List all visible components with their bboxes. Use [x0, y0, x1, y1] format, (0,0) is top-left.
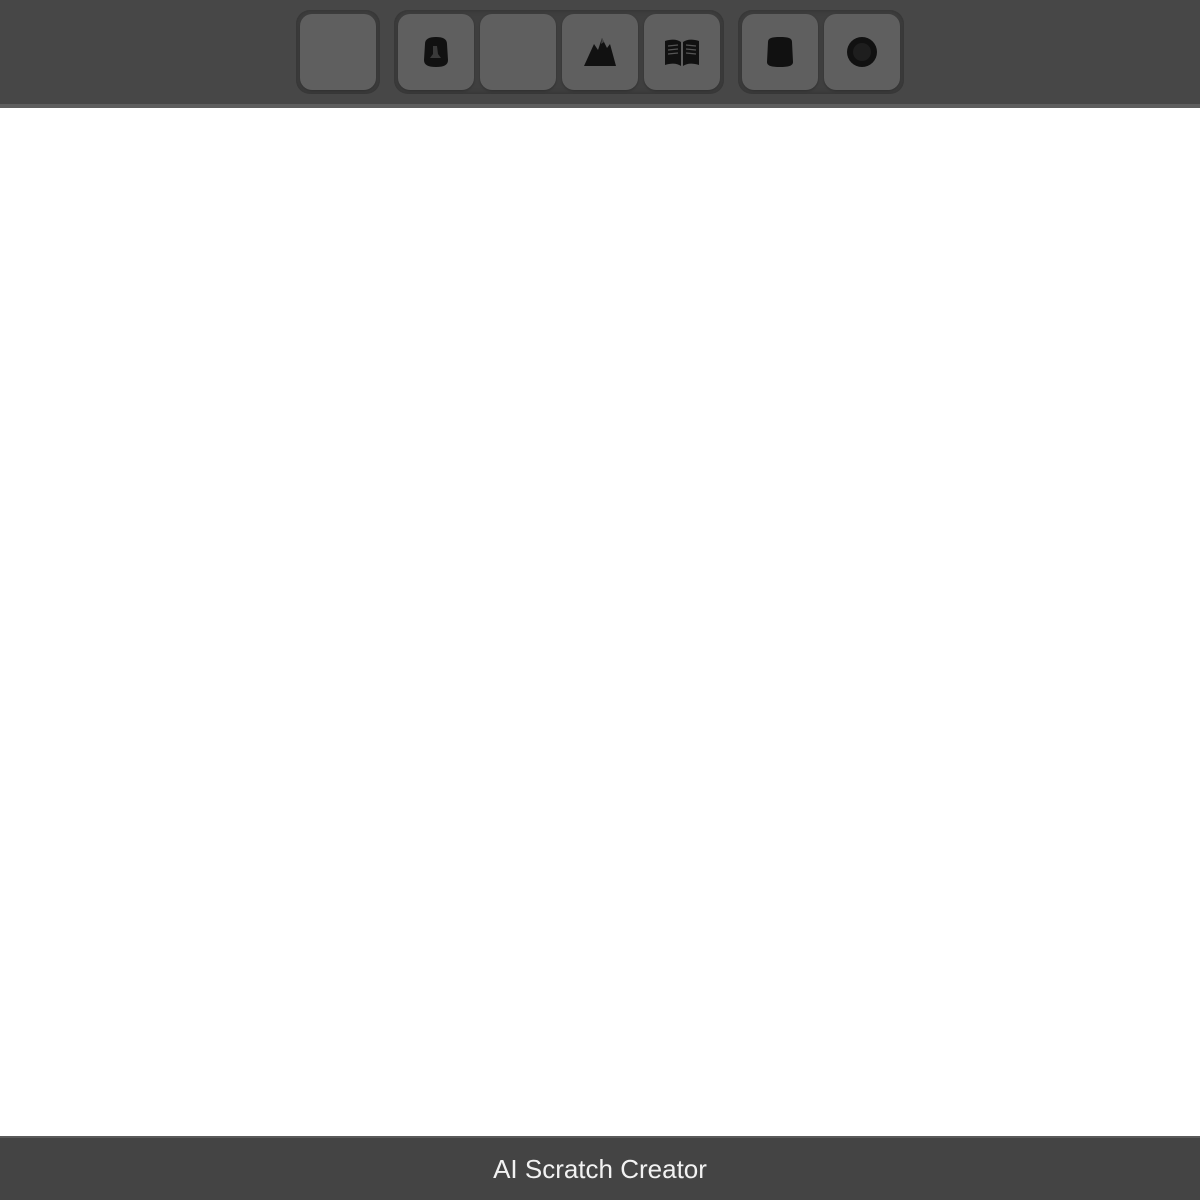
mountain-icon: [584, 38, 616, 66]
footer-bar: AI Scratch Creator: [0, 1136, 1200, 1200]
toolbar-group-controls: [738, 10, 904, 94]
empty-slot-button[interactable]: [480, 14, 556, 90]
top-toolbar: [0, 0, 1200, 108]
app-title: AI Scratch Creator: [493, 1153, 707, 1184]
toolbar-group-assets: [394, 10, 724, 94]
app-window: AI Scratch Creator: [0, 0, 1200, 1200]
stop-button[interactable]: [742, 14, 818, 90]
open-book-icon: [665, 39, 699, 66]
record-button[interactable]: [824, 14, 900, 90]
stage-canvas[interactable]: [0, 108, 1200, 1136]
record-icon: [847, 37, 877, 67]
stop-icon: [767, 37, 793, 67]
sprite-button[interactable]: [398, 14, 474, 90]
new-project-button[interactable]: [300, 14, 376, 90]
sprite-icon: [424, 37, 448, 67]
backdrop-button[interactable]: [562, 14, 638, 90]
toolbar-groups: [296, 10, 904, 94]
toolbar-group-new: [296, 10, 380, 94]
library-button[interactable]: [644, 14, 720, 90]
